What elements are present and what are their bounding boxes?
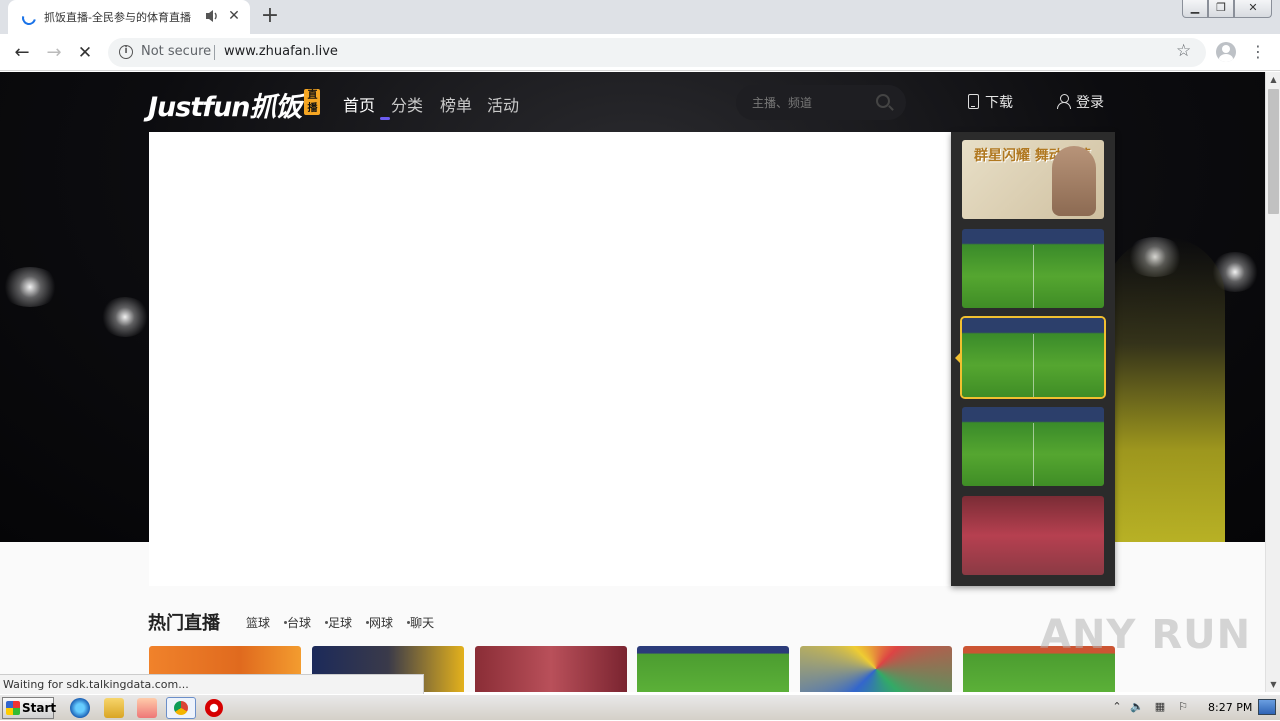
show-desktop-icon[interactable] (1258, 699, 1276, 715)
divider (214, 45, 215, 60)
system-tray: ⌃ 🔈 ▦ ⚐ (1104, 695, 1280, 721)
scroll-down-arrow-icon[interactable]: ▼ (1266, 677, 1280, 692)
browser-toolbar: ← → ✕ i Not secure www.zhuafan.live ☆ ⋮ (0, 34, 1280, 71)
category-tab[interactable]: 网球 (369, 616, 393, 630)
selected-thumbnail-pointer (955, 351, 962, 365)
bookmark-star-icon[interactable]: ☆ (1176, 41, 1191, 61)
volume-icon[interactable]: 🔈 (1130, 700, 1144, 714)
live-stream-card[interactable] (637, 646, 789, 692)
window-minimize-button[interactable]: ▁ (1182, 0, 1208, 18)
logo-badge: 直播 (304, 89, 321, 115)
stream-thumbnail-rail: 群星闪耀 舞动绿茵 (951, 132, 1115, 586)
page-viewport: Justfun抓饭直播 首页 分类 榜单 活动 下载 登录 群星闪耀 舞动绿茵 … (0, 72, 1265, 692)
category-tabs: 篮球 台球 足球 网球 聊天 (246, 614, 434, 631)
chrome-taskbar-button[interactable] (166, 697, 196, 719)
start-button[interactable]: Start (2, 697, 57, 719)
user-icon (1057, 94, 1071, 109)
nav-categories[interactable]: 分类 (391, 92, 423, 116)
tab-close-icon[interactable]: ✕ (226, 8, 242, 24)
football-pitch-image (962, 229, 1104, 308)
scrollbar-thumb[interactable] (1268, 89, 1279, 214)
new-tab-button[interactable]: + (258, 5, 282, 29)
browser-menu-icon[interactable]: ⋮ (1250, 41, 1266, 63)
login-label: 登录 (1076, 95, 1104, 111)
media-player-icon[interactable] (137, 698, 157, 718)
live-stream-card[interactable] (475, 646, 627, 692)
stream-thumbnail-selected[interactable] (960, 316, 1106, 399)
football-pitch-image (962, 407, 1104, 486)
scroll-up-arrow-icon[interactable]: ▲ (1266, 72, 1280, 87)
category-tab[interactable]: 篮球 (246, 616, 270, 630)
search-box[interactable] (736, 85, 906, 120)
windows-taskbar: Start ⌃ 🔈 ▦ ⚐ 8:27 PM (0, 694, 1280, 720)
windows-logo-icon (6, 701, 20, 715)
nav-active-indicator (380, 117, 390, 120)
stadium-light (0, 267, 60, 307)
hot-live-title: 热门直播 (148, 613, 220, 634)
search-icon[interactable] (876, 94, 890, 108)
anyrun-watermark: ANY RUN (1040, 612, 1252, 658)
internet-explorer-icon[interactable] (70, 698, 90, 718)
back-button[interactable]: ← (9, 40, 35, 66)
stream-thumbnail[interactable] (962, 407, 1104, 486)
network-icon[interactable]: ▦ (1153, 700, 1167, 714)
logo-text: Justfun抓饭 (148, 92, 302, 123)
phone-icon (968, 94, 979, 109)
info-icon[interactable]: i (119, 45, 133, 59)
download-label: 下载 (985, 95, 1013, 111)
status-bubble: Waiting for sdk.talkingdata.com... (0, 674, 424, 694)
site-logo[interactable]: Justfun抓饭 直播 (148, 85, 321, 123)
stream-thumbnail[interactable] (962, 496, 1104, 575)
live-stream-card[interactable] (800, 646, 952, 692)
tab-title: 抓饭直播-全民参与的体育直播 (44, 11, 191, 24)
stadium-light (100, 297, 150, 337)
search-input[interactable] (752, 95, 862, 111)
category-tab[interactable]: 台球 (287, 616, 311, 630)
page-scrollbar[interactable]: ▲ ▼ (1265, 72, 1280, 692)
window-maximize-button[interactable]: ❐ (1208, 0, 1234, 18)
loading-spinner-icon (19, 8, 39, 28)
athlete-figure (1105, 237, 1225, 542)
start-label: Start (22, 701, 57, 715)
download-link[interactable]: 下载 (968, 92, 1013, 112)
profile-avatar-icon[interactable] (1216, 42, 1236, 62)
taskbar-clock[interactable]: 8:27 PM (1208, 701, 1252, 714)
nav-events[interactable]: 活动 (487, 92, 519, 116)
category-tab[interactable]: 聊天 (410, 616, 434, 630)
nav-rankings[interactable]: 榜单 (440, 92, 472, 116)
login-link[interactable]: 登录 (1057, 92, 1104, 112)
address-bar[interactable]: i Not secure www.zhuafan.live ☆ (108, 38, 1206, 67)
category-tab[interactable]: 足球 (328, 616, 352, 630)
tray-expand-icon[interactable]: ⌃ (1110, 700, 1124, 714)
url-text[interactable]: www.zhuafan.live (224, 44, 338, 59)
stream-thumbnail[interactable] (962, 229, 1104, 308)
window-close-button[interactable]: ✕ (1234, 0, 1272, 18)
action-center-flag-icon[interactable]: ⚐ (1176, 700, 1190, 714)
file-explorer-icon[interactable] (104, 698, 124, 718)
video-player[interactable] (149, 132, 951, 586)
audio-playing-icon[interactable] (204, 7, 220, 25)
security-label[interactable]: Not secure (141, 44, 211, 59)
football-pitch-image (962, 318, 1104, 397)
tab-strip: 抓饭直播-全民参与的体育直播 ✕ + ▁ ❐ ✕ (0, 0, 1280, 34)
opera-icon[interactable] (205, 699, 223, 717)
stop-loading-button[interactable]: ✕ (72, 40, 98, 66)
stream-thumbnail[interactable]: 群星闪耀 舞动绿茵 (962, 140, 1104, 219)
forward-button[interactable]: → (41, 40, 67, 66)
browser-tab[interactable]: 抓饭直播-全民参与的体育直播 ✕ (8, 0, 250, 34)
nav-home[interactable]: 首页 (343, 92, 375, 116)
player-portrait (1052, 146, 1096, 216)
